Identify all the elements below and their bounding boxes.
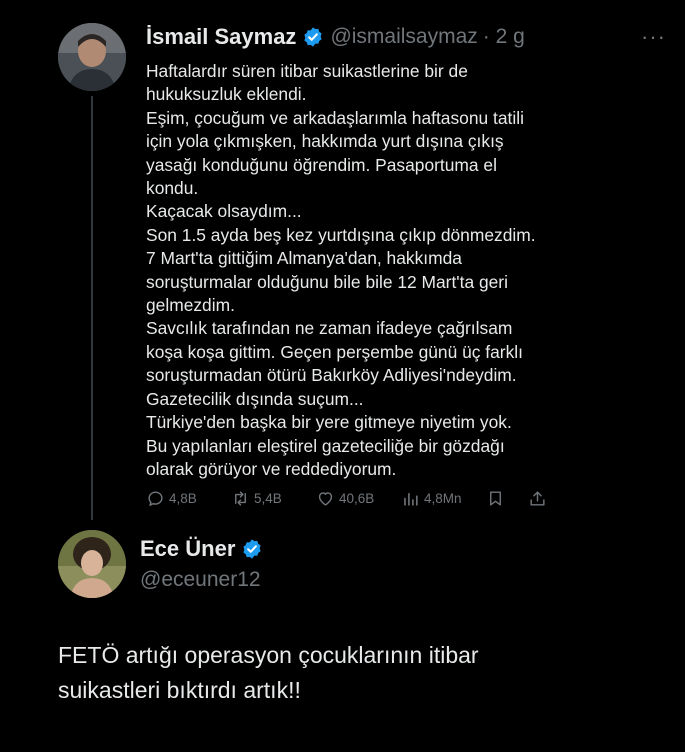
author-name[interactable]: Ece Üner (140, 536, 235, 562)
tweet-line: gelmezdim. (146, 295, 235, 316)
tweet-line: Son 1.5 ayda beş kez yurtdışına çıkıp dö… (146, 224, 536, 245)
tweet-time[interactable]: · 2 g (483, 25, 525, 49)
verified-badge-icon (304, 27, 323, 47)
tweet-line: kondu. (146, 178, 199, 199)
tweet-line: için yola çıkmışken, hakkımda yurt dışın… (146, 131, 504, 152)
views-count: 4,8Mn (424, 490, 462, 506)
more-options-icon[interactable]: ··· (641, 24, 666, 50)
views-button[interactable]: 4,8Mn (401, 486, 462, 510)
tweet-line: soruşturmalar olduğunu bile bile 12 Mart… (146, 271, 508, 292)
tweet-line: Savcılık tarafından ne zaman ifadeye çağ… (146, 318, 513, 339)
tweet-line: Eşim, çocuğum ve arkadaşlarımla haftason… (146, 107, 524, 128)
tweet-line: 7 Mart'ta gittiğim Almanya'dan, hakkımda (146, 248, 462, 269)
avatar-photo (58, 530, 126, 598)
tweet-line: Kaçacak olsaydım... (146, 201, 302, 222)
reply-count: 4,8B (169, 490, 197, 506)
share-icon (530, 490, 545, 506)
share-button[interactable] (528, 486, 551, 510)
like-button[interactable]: 40,6B (316, 486, 374, 510)
reply-line: suikastleri bıktırdı artık!! (58, 677, 301, 703)
bookmark-icon (490, 490, 501, 506)
like-count: 40,6B (339, 490, 375, 506)
tweet-line: hukuksuzluk eklendi. (146, 84, 307, 105)
reply-header: Ece Üner (140, 536, 269, 562)
tweet-line: yasağı konduğunu öğrendim. Pasaportuma e… (146, 154, 497, 175)
retweet-button[interactable]: 5,4B (231, 486, 282, 510)
author-handle[interactable]: @ismailsaymaz (330, 25, 477, 49)
reply-icon (148, 490, 163, 506)
verified-badge-icon (243, 539, 262, 559)
tweet-text: Haftalardır süren itibar suikastlerine b… (146, 60, 666, 481)
tweet-line: Türkiye'den başka bir yere gitmeye niyet… (146, 412, 512, 433)
bookmark-button[interactable] (486, 486, 509, 510)
views-chart-icon (404, 492, 418, 506)
thread-line (91, 96, 93, 520)
tweet-line: olarak görüyor ve reddediyorum. (146, 458, 397, 479)
retweet-count: 5,4B (254, 490, 282, 506)
author-handle[interactable]: @eceuner12 (140, 568, 261, 592)
avatar[interactable] (58, 530, 126, 598)
reply-button[interactable]: 4,8B (146, 486, 197, 510)
reply-line: FETÖ artığı operasyon çocuklarının itiba… (58, 642, 479, 668)
reply-text: FETÖ artığı operasyon çocuklarının itiba… (58, 638, 658, 708)
tweet-header: İsmail Saymaz @ismailsaymaz · 2 g (146, 22, 525, 52)
tweet-line: Bu yapılanları eleştirel gazeteciliğe bi… (146, 435, 505, 456)
tweet-line: Haftalardır süren itibar suikastlerine b… (146, 61, 468, 81)
heart-icon (318, 491, 333, 506)
author-name[interactable]: İsmail Saymaz (146, 24, 296, 50)
tweet-line: soruşturmadan ötürü Bakırköy Adliyesi'nd… (146, 365, 517, 386)
tweet-line: Gazetecilik dışında suçum... (146, 388, 364, 409)
retweet-icon (235, 490, 246, 506)
tweet-actions: 4,8B 5,4B 40,6B 4,8Mn (146, 486, 556, 510)
avatar[interactable] (58, 23, 126, 91)
tweet-line: koşa koşa gittim. Geçen perşembe günü üç… (146, 341, 523, 362)
avatar-photo (58, 23, 126, 91)
